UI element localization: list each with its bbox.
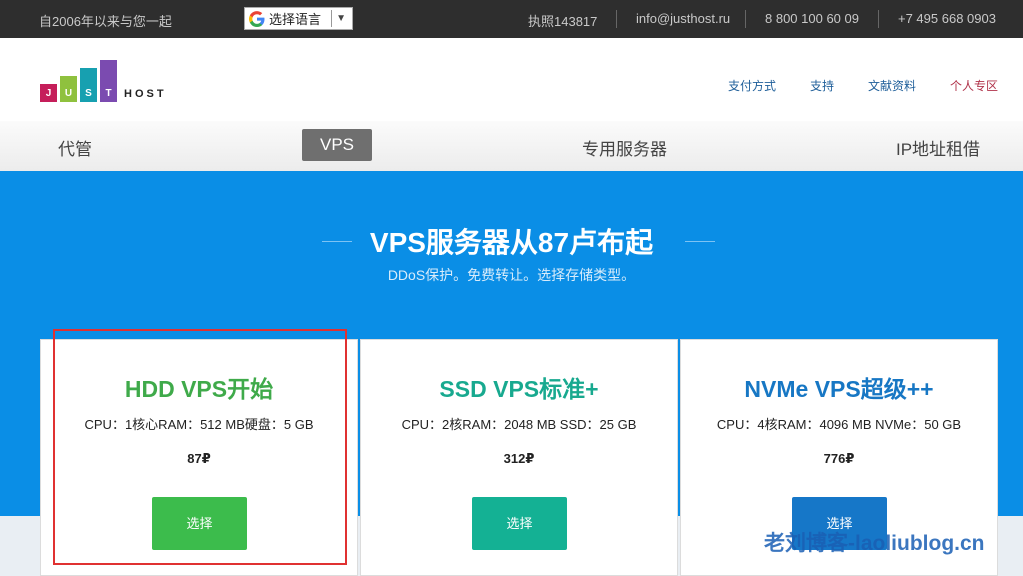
google-icon	[249, 10, 265, 27]
phone-link-2[interactable]: +7 495 668 0903	[898, 11, 996, 26]
language-label: 选择语言	[269, 12, 322, 27]
nav-support[interactable]: 支持	[810, 77, 834, 94]
plan-price: 312₽	[503, 451, 535, 466]
license-text: 执照143817	[528, 14, 598, 29]
divider	[878, 10, 879, 28]
tab-dedicated-servers[interactable]: 专用服务器	[582, 135, 667, 160]
nav-payment-methods[interactable]: 支付方式	[728, 77, 776, 94]
plan-card-ssd: SSD VPS标准+ CPU：2核RAM：2048 MB SSD：25 GB 3…	[360, 339, 678, 576]
logo-letter: U	[64, 88, 73, 99]
hero-title: VPS服务器从87卢布起	[369, 227, 654, 258]
hero-subtitle: DDoS保护。免费转让。选择存储类型。	[387, 267, 636, 283]
since-text: 自2006年以来与您一起	[39, 14, 172, 29]
tab-vps[interactable]: VPS	[302, 129, 372, 161]
language-select[interactable]: 选择语言 ▼	[244, 7, 353, 30]
nav-personal-area[interactable]: 个人专区	[950, 77, 998, 94]
plan-title: NVMe VPS超级++	[744, 376, 934, 402]
dropdown-arrow-icon[interactable]: ▼	[336, 13, 346, 24]
select-button[interactable]: 选择	[472, 497, 567, 550]
nav-documentation[interactable]: 文献资料	[868, 77, 916, 94]
divider	[745, 10, 746, 28]
plan-price: 776₽	[823, 451, 855, 466]
top-bar: 自2006年以来与您一起 选择语言 ▼ 执照143817 info@justho…	[0, 0, 1023, 38]
divider	[616, 10, 617, 28]
logo-letter: T	[105, 88, 112, 99]
logo-letter: J	[45, 88, 52, 99]
logo-host-text: HOST	[124, 88, 167, 100]
email-link[interactable]: info@justhost.ru	[636, 11, 730, 26]
highlight-annotation	[53, 329, 347, 565]
language-divider	[331, 10, 333, 27]
logo-letter: S	[85, 88, 92, 99]
watermark-text: 老刘博客-laoliublog.cn	[764, 532, 985, 555]
plan-title: SSD VPS标准+	[439, 376, 599, 402]
tab-ip-rental[interactable]: IP地址租借	[896, 135, 980, 160]
plan-spec: CPU：4核RAM：4096 MB NVMe：50 GB	[716, 417, 962, 432]
title-decoration-right	[685, 241, 715, 242]
tab-hosting[interactable]: 代管	[58, 135, 92, 160]
plan-spec: CPU：2核RAM：2048 MB SSD：25 GB	[401, 417, 637, 432]
site-header: J U S T HOST 支付方式 支持 文献资料 个人专区	[0, 38, 1023, 122]
justhost-logo[interactable]: J U S T HOST	[40, 60, 180, 102]
phone-link-1[interactable]: 8 800 100 60 09	[765, 11, 859, 26]
main-nav: 代管 VPS 专用服务器 IP地址租借	[0, 121, 1023, 172]
